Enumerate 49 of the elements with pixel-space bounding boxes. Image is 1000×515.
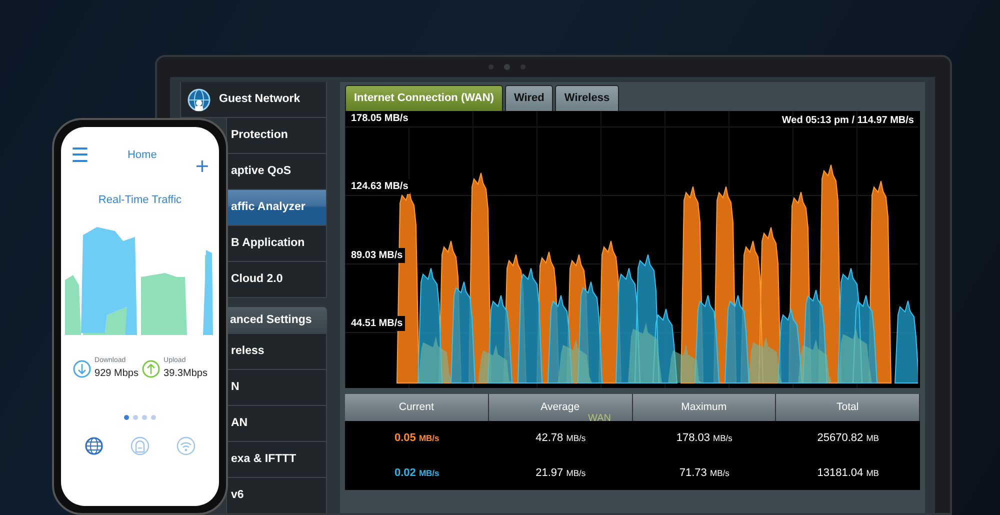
- sidebar-item[interactable]: affic Analyzer: [226, 190, 327, 226]
- screen-title: Home: [127, 148, 157, 163]
- webcam-drawing: [487, 63, 527, 71]
- menu-icon[interactable]: ☰: [71, 141, 89, 171]
- page-dot[interactable]: [151, 415, 156, 420]
- series-label: WAN: [588, 412, 611, 426]
- timestamp: Wed 05:13 pm / 114.97 MB/s: [782, 114, 914, 128]
- page-dot[interactable]: [142, 415, 147, 420]
- tab[interactable]: Wireless: [555, 85, 619, 110]
- sidebar-item[interactable]: Cloud 2.0: [226, 262, 327, 298]
- column-header: Current: [345, 394, 489, 422]
- axis-label: 89.03 MB/s: [351, 248, 405, 262]
- table-cell: 0.05 MB/s: [394, 432, 440, 444]
- sidebar-heading: anced Settings: [226, 307, 327, 334]
- sidebar-item[interactable]: AN: [226, 406, 327, 442]
- table-cell-text: 42.78 MB/s: [534, 431, 587, 446]
- router-icon[interactable]: [130, 436, 150, 456]
- globe-people-icon: [187, 88, 211, 112]
- globe-icon[interactable]: [84, 436, 104, 456]
- sidebar-item[interactable]: aptive QoS: [226, 154, 327, 190]
- sidebar-label: Guest Network: [219, 92, 300, 107]
- table-cell-text: 71.73 MB/s: [678, 466, 730, 481]
- sidebar-item[interactable]: Protection: [226, 118, 327, 154]
- axis-label: 44.51 MB/s: [351, 316, 405, 331]
- axis-label: 124.63 MB/s: [351, 179, 410, 194]
- table-cell: 0.02 MB/s: [394, 466, 440, 479]
- page-dot[interactable]: [133, 415, 138, 420]
- stat-value: 39.3Mbps: [164, 367, 208, 382]
- sidebar-item[interactable]: Guest Network: [180, 82, 327, 118]
- sidebar-item[interactable]: B Application: [226, 226, 327, 262]
- sidebar-item[interactable]: N: [226, 370, 327, 406]
- wifi-icon[interactable]: [176, 436, 196, 456]
- table-cell-text: 25670.82 MB: [816, 431, 880, 446]
- upload-icon: [142, 360, 160, 378]
- add-button[interactable]: +: [195, 155, 209, 178]
- axis-label: 178.05 MB/s: [351, 110, 410, 126]
- sidebar-item[interactable]: exa & IFTTT: [226, 442, 327, 478]
- column-header: Total: [776, 394, 920, 422]
- download-icon: [72, 360, 91, 378]
- table-cell-text: 21.97 MB/s: [534, 466, 587, 481]
- chart-title: Real-Time Traffic: [98, 193, 182, 208]
- stat-value: 929 Mbps: [94, 367, 138, 382]
- table-cell-text: 13181.04 MB: [816, 466, 880, 481]
- column-header: Maximum: [632, 394, 776, 422]
- sidebar-item[interactable]: reless: [226, 334, 327, 370]
- page-dot[interactable]: [124, 415, 129, 420]
- sidebar-item[interactable]: v6: [226, 478, 327, 513]
- tab[interactable]: Wired: [504, 85, 554, 110]
- table-cell-text: 178.03 MB/s: [675, 431, 734, 446]
